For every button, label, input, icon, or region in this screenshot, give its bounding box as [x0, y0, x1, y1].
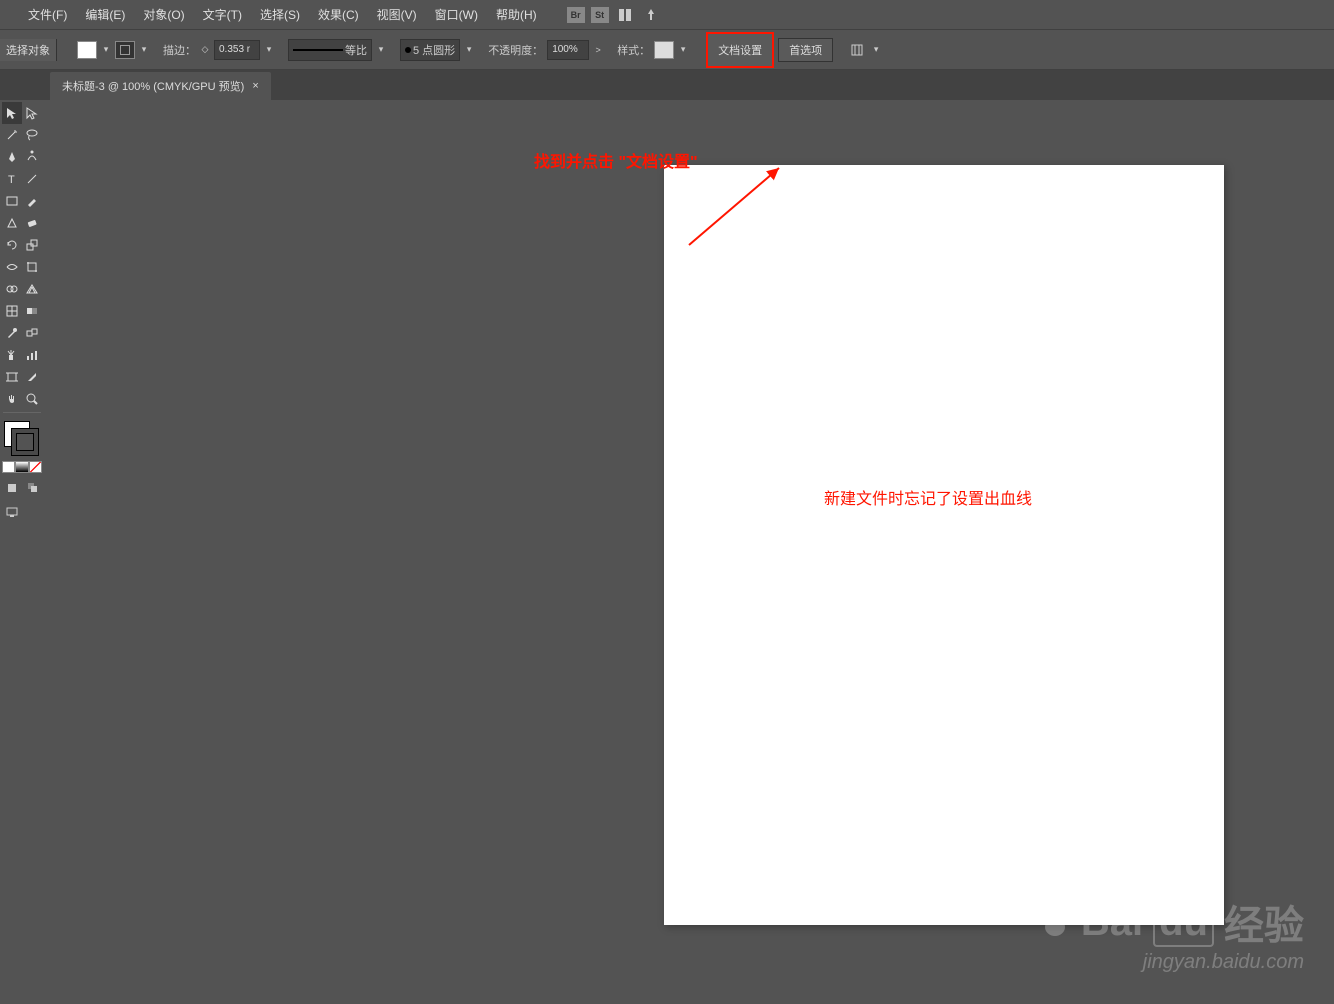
line-tool[interactable] — [22, 168, 42, 190]
stroke-dropdown-icon[interactable]: ▾ — [139, 42, 149, 58]
annotation-forgot-bleed: 新建文件时忘记了设置出血线 — [824, 485, 1032, 509]
opacity-label: 不透明度： — [488, 42, 543, 58]
stock-icon[interactable]: St — [591, 7, 609, 23]
profile-dropdown-icon[interactable]: ▾ — [376, 42, 386, 58]
menu-edit[interactable]: 编辑(E) — [77, 2, 133, 27]
opacity-dropdown-icon[interactable]: > — [593, 42, 603, 58]
fill-stroke-indicator[interactable] — [2, 419, 42, 459]
control-bar: 选择对象 ▾ ▾ 描边： ◇ ▾ 等比 ▾ 5 点圆形 ▾ 不透明度： > 样式… — [0, 30, 1334, 70]
stroke-line-icon — [293, 49, 343, 51]
shape-builder-tool[interactable] — [2, 278, 22, 300]
bridge-icon[interactable]: Br — [567, 7, 585, 23]
style-label: 样式： — [617, 42, 650, 58]
stroke-color-box[interactable] — [12, 429, 38, 455]
stroke-weight-input[interactable] — [214, 40, 260, 60]
menu-bar: 文件(F) 编辑(E) 对象(O) 文字(T) 选择(S) 效果(C) 视图(V… — [0, 0, 1334, 30]
eyedropper-tool[interactable] — [2, 322, 22, 344]
color-mode-gradient[interactable] — [15, 461, 28, 473]
watermark-text-1: Bai — [1081, 900, 1143, 945]
selection-tool[interactable] — [2, 102, 22, 124]
watermark: Baidu 经验 jingyan.baidu.com — [1037, 893, 1304, 974]
stroke-label: 描边： — [163, 42, 196, 58]
canvas-area[interactable]: 找到并点击 "文档设置" 新建文件时忘记了设置出血线 — [44, 100, 1334, 1004]
opacity-input[interactable] — [547, 40, 589, 60]
toolbox: T — [0, 100, 44, 525]
brush-dot-icon — [405, 47, 411, 53]
brush-preview[interactable]: 5 点圆形 — [400, 39, 460, 61]
rectangle-tool[interactable] — [2, 190, 22, 212]
gpu-rocket-icon[interactable] — [641, 4, 661, 26]
document-setup-button[interactable]: 文档设置 — [706, 32, 774, 68]
lasso-tool[interactable] — [22, 124, 42, 146]
zoom-tool[interactable] — [22, 388, 42, 410]
fill-dropdown-icon[interactable]: ▾ — [101, 42, 111, 58]
column-graph-tool[interactable] — [22, 344, 42, 366]
free-transform-tool[interactable] — [22, 256, 42, 278]
artboard-tool[interactable] — [2, 366, 22, 388]
artboard — [664, 165, 1224, 925]
hand-tool[interactable] — [2, 388, 22, 410]
profile-label: 等比 — [345, 42, 367, 58]
shaper-tool[interactable] — [2, 212, 22, 234]
color-mode-none[interactable] — [29, 461, 42, 473]
pen-tool[interactable] — [2, 146, 22, 168]
blend-tool[interactable] — [22, 322, 42, 344]
draw-mode-buttons — [2, 477, 42, 523]
menu-effect[interactable]: 效果(C) — [310, 2, 367, 27]
menu-object[interactable]: 对象(O) — [135, 2, 192, 27]
scale-tool[interactable] — [22, 234, 42, 256]
paw-icon — [1037, 904, 1073, 940]
transform-dropdown-icon[interactable]: ▾ — [871, 42, 881, 58]
gradient-tool[interactable] — [22, 300, 42, 322]
stroke-weight-dropdown-icon[interactable]: ▾ — [264, 42, 274, 58]
type-tool[interactable]: T — [2, 168, 22, 190]
selection-status-label: 选择对象 — [0, 39, 57, 61]
color-mode-swatches — [2, 461, 42, 473]
svg-text:T: T — [8, 174, 15, 186]
document-tabbar: 未标题-3 @ 100% (CMYK/GPU 预览) × — [0, 70, 1334, 100]
close-tab-icon[interactable]: × — [252, 80, 258, 92]
fill-swatch[interactable] — [77, 41, 97, 59]
curvature-tool[interactable] — [22, 146, 42, 168]
slice-tool[interactable] — [22, 366, 42, 388]
draw-behind-icon[interactable] — [23, 477, 42, 499]
annotation-click-docsetup: 找到并点击 "文档设置" — [534, 148, 698, 172]
watermark-brand: 经验 — [1224, 893, 1304, 951]
style-dropdown-icon[interactable]: ▾ — [678, 42, 688, 58]
style-swatch[interactable] — [654, 41, 674, 59]
screen-mode-icon[interactable] — [2, 501, 22, 523]
mesh-tool[interactable] — [2, 300, 22, 322]
menu-file[interactable]: 文件(F) — [20, 2, 75, 27]
perspective-grid-tool[interactable] — [22, 278, 42, 300]
menu-window[interactable]: 窗口(W) — [427, 2, 486, 27]
stroke-weight-stepper-icon[interactable]: ◇ — [200, 42, 210, 58]
transform-panel-icon[interactable] — [847, 39, 867, 61]
symbol-sprayer-tool[interactable] — [2, 344, 22, 366]
stroke-profile-preview[interactable]: 等比 — [288, 39, 372, 61]
stroke-swatch[interactable] — [115, 41, 135, 59]
document-tab[interactable]: 未标题-3 @ 100% (CMYK/GPU 预览) × — [50, 72, 271, 100]
brush-label: 5 点圆形 — [413, 42, 455, 58]
color-mode-solid[interactable] — [2, 461, 15, 473]
brush-dropdown-icon[interactable]: ▾ — [464, 42, 474, 58]
eraser-tool[interactable] — [22, 212, 42, 234]
direct-selection-tool[interactable] — [22, 102, 42, 124]
menu-select[interactable]: 选择(S) — [252, 2, 308, 27]
arrange-docs-icon[interactable] — [615, 4, 635, 26]
main-area: T — [0, 100, 1334, 1004]
draw-normal-icon[interactable] — [2, 477, 21, 499]
watermark-text-2: du — [1153, 898, 1214, 947]
paintbrush-tool[interactable] — [22, 190, 42, 212]
menu-help[interactable]: 帮助(H) — [488, 2, 545, 27]
width-tool[interactable] — [2, 256, 22, 278]
document-tab-title: 未标题-3 @ 100% (CMYK/GPU 预览) — [62, 78, 244, 94]
magic-wand-tool[interactable] — [2, 124, 22, 146]
rotate-tool[interactable] — [2, 234, 22, 256]
watermark-url: jingyan.baidu.com — [1037, 951, 1304, 974]
menubar-app-icons: Br St — [567, 4, 661, 26]
menu-type[interactable]: 文字(T) — [195, 2, 250, 27]
menu-view[interactable]: 视图(V) — [369, 2, 425, 27]
preferences-button[interactable]: 首选项 — [778, 38, 833, 62]
